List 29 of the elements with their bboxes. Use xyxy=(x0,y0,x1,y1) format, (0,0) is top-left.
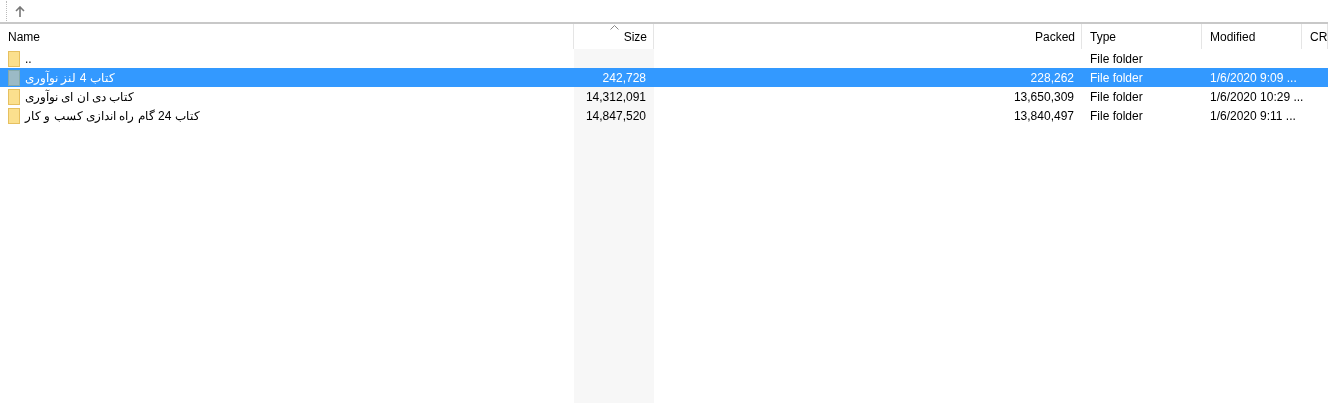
folder-icon xyxy=(8,88,20,105)
file-name: .. xyxy=(24,51,33,66)
table-cell-text: 14,847,520 xyxy=(584,108,647,123)
column-header[interactable]: Name xyxy=(0,24,574,49)
table-cell-text: 13,840,497 xyxy=(1012,108,1075,123)
sort-caret-icon xyxy=(609,25,619,30)
table-cell-text: File folder xyxy=(1089,51,1144,66)
file-row[interactable]: .. File folder xyxy=(0,49,1328,68)
table-cell-text: 228,262 xyxy=(1029,70,1075,85)
table-cell-text: 242,728 xyxy=(601,70,647,85)
table-cell-text: 14,312,091 xyxy=(584,89,647,104)
column-header[interactable]: Modified xyxy=(1202,24,1302,49)
folder-icon xyxy=(8,50,20,67)
file-name: کتاب دی ان ای نوآوری xyxy=(24,89,136,104)
table-cell-text: 13,650,309 xyxy=(1012,89,1075,104)
folder-icon xyxy=(8,69,20,86)
file-name: کتاب 4 لنز نوآوری xyxy=(24,70,116,85)
table-cell-text: 1/6/2020 9:11 ... xyxy=(1209,108,1297,123)
table-cell-text: 1/6/2020 9:09 ... xyxy=(1209,70,1298,85)
up-arrow-icon xyxy=(15,5,25,17)
column-header[interactable]: Packed xyxy=(654,24,1082,49)
column-header[interactable]: CR xyxy=(1302,24,1328,49)
file-name: کتاب 24 گام راه اندازی کسب و کار xyxy=(23,108,201,123)
table-cell-text: 1/6/2020 10:29 ... xyxy=(1209,89,1305,104)
folder-icon xyxy=(8,107,20,124)
table-cell-text: File folder xyxy=(1089,89,1144,104)
table-cell-text: File folder xyxy=(1089,70,1144,85)
column-header[interactable]: Type xyxy=(1082,24,1202,49)
table-cell-text: File folder xyxy=(1089,108,1144,123)
